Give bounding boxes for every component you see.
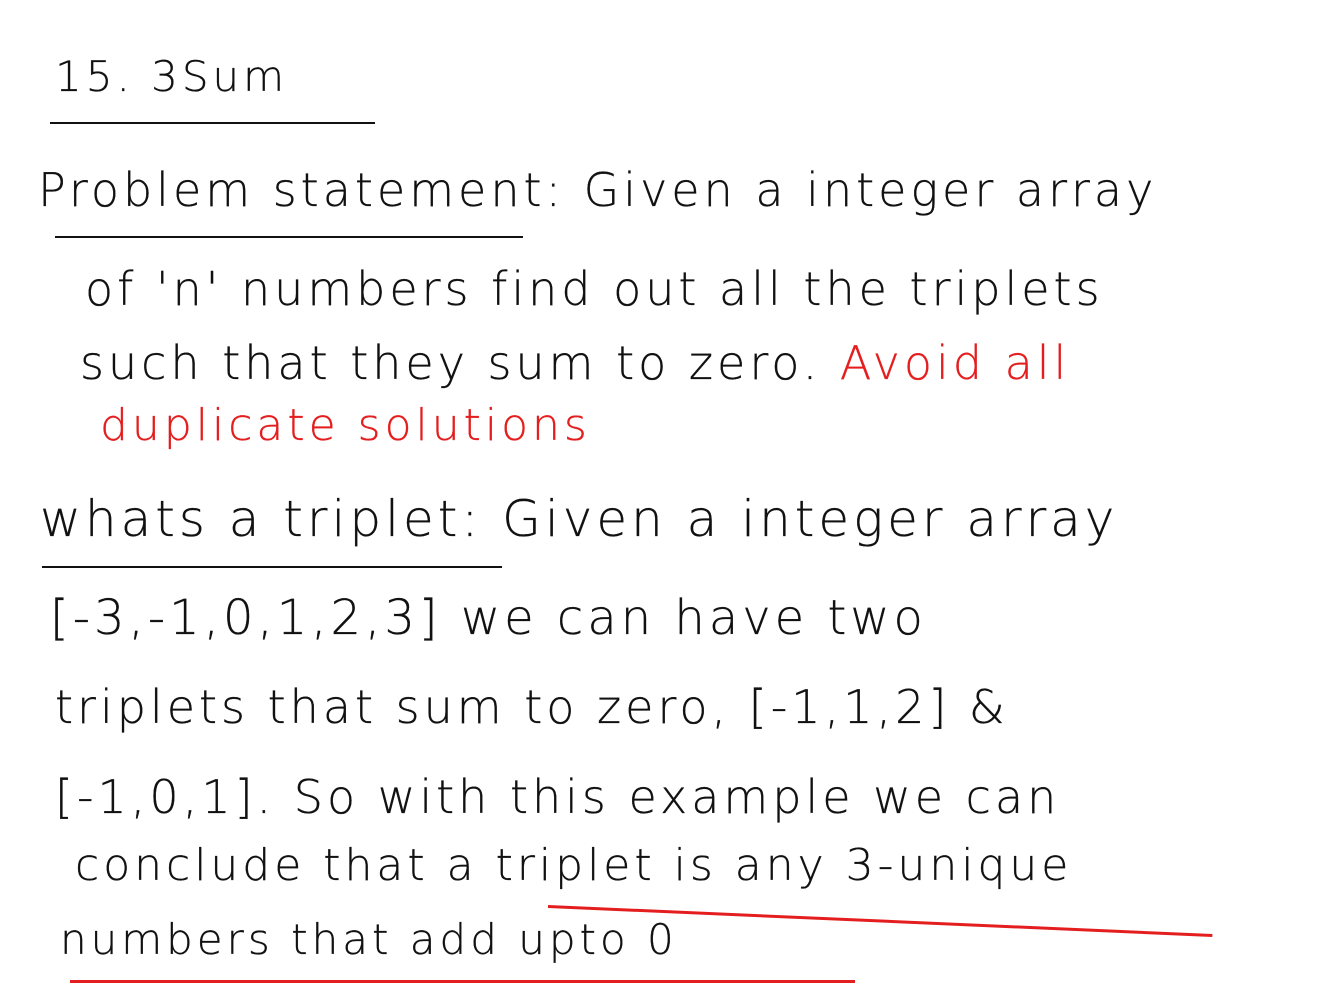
note-line-3-text: such that they sum to zero. (80, 336, 822, 390)
problem-statement-label: Problem statement: (38, 163, 566, 217)
note-line-3: such that they sum to zero. Avoid all (80, 336, 1070, 390)
problem-statement-text: Given a integer array (583, 163, 1158, 217)
triplet-definition-text: Given a integer array (502, 490, 1119, 548)
avoid-duplicates-note: Avoid all (839, 336, 1071, 390)
note-line-2: of 'n' numbers find out all the triplets (85, 262, 1104, 316)
note-line-7: triplets that sum to zero, [-1,1,2] & (55, 680, 1009, 734)
problem-statement-line: Problem statement: Given a integer array (38, 163, 1157, 217)
duplicate-solutions-note: duplicate solutions (100, 400, 591, 451)
triplet-definition-line: whats a triplet: Given a integer array (40, 490, 1118, 548)
handwritten-note-page: 15. 3Sum Problem statement: Given a inte… (0, 0, 1327, 992)
note-line-8: [-1,0,1]. So with this example we can (55, 770, 1061, 824)
note-line-10: numbers that add upto 0 (60, 915, 678, 964)
note-line-6: [-3,-1,0,1,2,3] we can have two (50, 590, 927, 646)
bottom-underline (70, 980, 855, 983)
note-title: 15. 3Sum (55, 52, 289, 101)
triplet-definition-underline (42, 566, 502, 568)
triplet-definition-label: whats a triplet: (40, 490, 483, 548)
title-underline (50, 122, 375, 124)
problem-statement-underline (55, 236, 523, 238)
note-line-9: conclude that a triplet is any 3-unique (75, 840, 1073, 891)
